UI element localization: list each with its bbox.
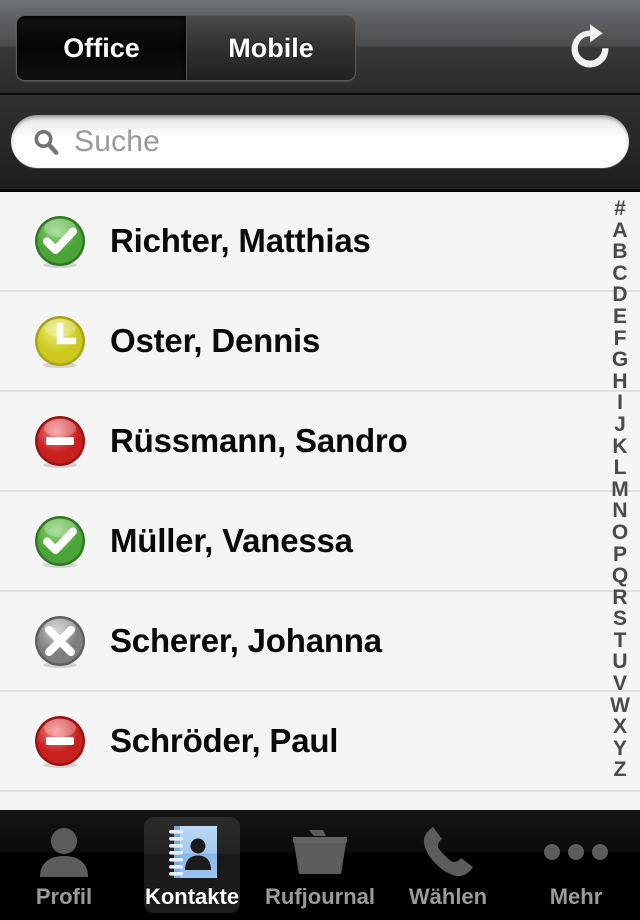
status-offline-icon <box>32 613 88 669</box>
contact-row[interactable]: Richter, Matthias <box>0 192 640 292</box>
status-away-icon <box>32 313 88 369</box>
index-letter[interactable]: T <box>600 630 640 652</box>
status-available-icon <box>32 213 88 269</box>
tab-inner: Wählen <box>400 817 496 913</box>
contact-name: Müller, Vanessa <box>110 522 353 559</box>
index-letter[interactable]: # <box>600 198 640 220</box>
index-letter[interactable]: V <box>600 673 640 695</box>
tab-label: Profil <box>35 883 93 909</box>
phone-handset-icon <box>421 825 475 879</box>
index-letter[interactable]: C <box>600 263 640 285</box>
index-letter[interactable]: R <box>600 587 640 609</box>
index-letter[interactable]: Y <box>600 738 640 760</box>
index-letter[interactable]: J <box>600 414 640 436</box>
index-letter[interactable]: G <box>600 349 640 371</box>
tab-profil[interactable]: Profil <box>0 810 128 920</box>
index-letter[interactable]: P <box>600 543 640 566</box>
ellipsis-icon <box>543 825 609 879</box>
tab-inner: Mehr <box>528 817 624 913</box>
index-letter[interactable]: O <box>600 522 640 544</box>
tab-inner: Kontakte <box>144 817 240 913</box>
bottom-tab-bar: Profil Kontakte Rufjournal Wählen Mehr <box>0 810 640 920</box>
index-letter[interactable]: K <box>600 435 640 458</box>
index-letter[interactable]: H <box>600 371 640 393</box>
tab-label: Kontakte <box>144 883 240 909</box>
index-letter[interactable]: U <box>600 651 640 673</box>
contact-name: Oster, Dennis <box>110 322 321 359</box>
top-navigation-bar: Office Mobile <box>0 0 640 95</box>
index-letter[interactable]: A <box>600 219 640 242</box>
segment-mobile[interactable]: Mobile <box>186 16 355 80</box>
index-letter[interactable]: F <box>600 327 640 350</box>
index-letter[interactable]: X <box>600 716 640 738</box>
refresh-button[interactable] <box>558 16 622 80</box>
segmented-control[interactable]: Office Mobile <box>16 15 356 81</box>
contact-row[interactable]: Rüssmann, Sandro <box>0 392 640 492</box>
contact-row[interactable]: Oster, Dennis <box>0 292 640 392</box>
search-input[interactable]: Suche <box>11 115 629 168</box>
search-icon <box>31 127 61 157</box>
tab-kontakte[interactable]: Kontakte <box>128 810 256 920</box>
index-letter[interactable]: D <box>600 284 640 306</box>
tab-inner: Rufjournal <box>265 817 375 913</box>
contacts-screen: Office Mobile Suche Richter, Matthias Os… <box>0 0 640 920</box>
tab-rufjournal[interactable]: Rufjournal <box>256 810 384 920</box>
contact-name: Richter, Matthias <box>110 222 371 259</box>
contact-name: Rüssmann, Sandro <box>110 422 408 459</box>
search-bar-container: Suche <box>0 95 640 192</box>
status-available-icon <box>32 513 88 569</box>
index-letter[interactable]: N <box>600 500 640 522</box>
tab-label: Wählen <box>408 883 488 909</box>
tab-label: Mehr <box>549 883 603 909</box>
search-placeholder: Suche <box>74 124 161 158</box>
address-book-icon <box>165 825 219 879</box>
index-letter[interactable]: Q <box>600 565 640 587</box>
contact-name: Scherer, Johanna <box>110 622 382 659</box>
index-letter[interactable]: I <box>600 392 640 414</box>
refresh-icon <box>571 24 609 68</box>
index-letter[interactable]: M <box>600 479 640 501</box>
tab-inner: Profil <box>16 817 112 913</box>
index-letter[interactable]: L <box>600 457 640 479</box>
index-letter[interactable]: W <box>600 695 640 717</box>
person-icon <box>36 825 92 879</box>
contact-list[interactable]: Richter, Matthias Oster, Dennis Rüssmann… <box>0 192 640 810</box>
contact-row[interactable]: Scherer, Johanna <box>0 592 640 692</box>
index-letter[interactable]: Z <box>600 759 640 781</box>
segment-office[interactable]: Office <box>17 16 186 80</box>
tab-mehr[interactable]: Mehr <box>512 810 640 920</box>
index-letter[interactable]: S <box>600 608 640 630</box>
index-letter[interactable]: E <box>600 306 640 328</box>
tab-label: Rufjournal <box>265 883 375 909</box>
status-busy-icon <box>32 413 88 469</box>
contact-name: Schröder, Paul <box>110 722 339 759</box>
contact-row[interactable]: Müller, Vanessa <box>0 492 640 592</box>
alphabet-index-bar[interactable]: # A B C D E F G H I J K L M N O P Q R S T U V W X Y Z <box>600 192 640 810</box>
tab-whlen[interactable]: Wählen <box>384 810 512 920</box>
status-busy-icon <box>32 713 88 769</box>
segment-mobile-label: Mobile <box>228 32 314 63</box>
segment-office-label: Office <box>63 32 140 63</box>
folder-icon <box>291 825 349 879</box>
contact-row[interactable]: Schröder, Paul <box>0 692 640 792</box>
index-letter[interactable]: B <box>600 241 640 263</box>
